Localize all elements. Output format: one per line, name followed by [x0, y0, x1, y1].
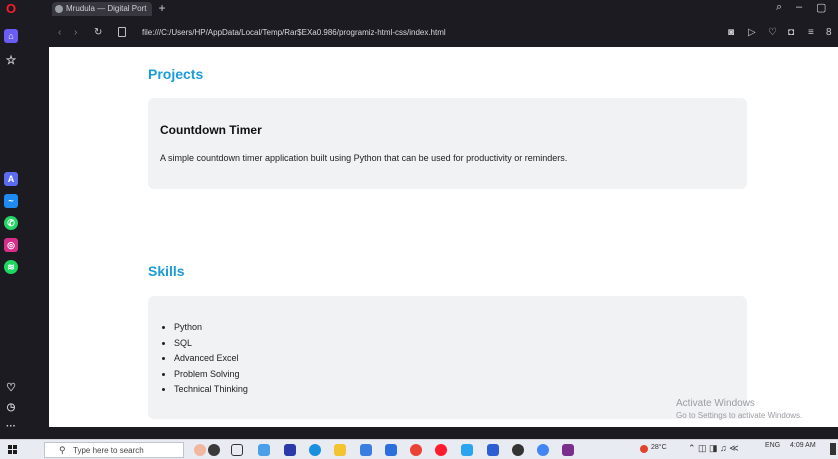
spotify-icon[interactable]: ≋: [4, 260, 18, 274]
watermark-subtitle: Go to Settings to activate Windows.: [676, 411, 803, 420]
minimize-icon[interactable]: –: [796, 1, 802, 13]
skill-item: Technical Thinking: [174, 382, 248, 398]
search-icon: ⚲: [59, 445, 66, 455]
heart-icon[interactable]: ♡: [4, 381, 18, 395]
project-card: Countdown Timer A simple countdown timer…: [148, 98, 747, 189]
task-view-icon[interactable]: [231, 444, 243, 456]
weather-icon[interactable]: [640, 445, 648, 453]
store-icon[interactable]: [360, 444, 372, 456]
skill-item: Advanced Excel: [174, 351, 248, 367]
photos-app-icon[interactable]: [258, 444, 270, 456]
skills-heading: Skills: [148, 263, 185, 279]
more-dots-icon[interactable]: ···: [4, 420, 18, 434]
wallet-icon[interactable]: ◘: [788, 27, 794, 38]
history-clock-icon[interactable]: ◷: [4, 401, 18, 415]
watermark-title: Activate Windows: [676, 398, 755, 409]
browser-sidebar: ⌂ ☆ A ~ ✆ ◎ ≋ ♡ ◷ ···: [0, 20, 22, 439]
skill-item: Problem Solving: [174, 367, 248, 383]
skill-item: SQL: [174, 336, 248, 352]
projects-heading: Projects: [148, 66, 204, 82]
cortana-character-icon[interactable]: [194, 444, 206, 456]
profile-icon[interactable]: 8: [826, 27, 832, 38]
skills-list: Python SQL Advanced Excel Problem Solvin…: [174, 320, 248, 398]
address-bar: ‹ › ↻ file:///C:/Users/HP/AppData/Local/…: [22, 20, 838, 47]
play-icon[interactable]: ▷: [748, 27, 756, 38]
camera-icon[interactable]: ◙: [728, 27, 734, 38]
edge-icon[interactable]: [309, 444, 321, 456]
temperature[interactable]: 28°C: [651, 444, 667, 451]
url-field[interactable]: file:///C:/Users/HP/AppData/Local/Temp/R…: [142, 28, 446, 37]
opera-taskbar-icon[interactable]: [435, 444, 447, 456]
chrome-icon[interactable]: [410, 444, 422, 456]
search-placeholder: Type here to search: [73, 446, 144, 455]
github-icon[interactable]: [512, 444, 524, 456]
cortana-figure-icon[interactable]: [208, 444, 220, 456]
back-icon[interactable]: ‹: [58, 27, 61, 38]
vscode-icon[interactable]: [461, 444, 473, 456]
skill-item: Python: [174, 320, 248, 336]
heart-toolbar-icon[interactable]: ♡: [768, 27, 777, 38]
whatsapp-icon[interactable]: ✆: [4, 216, 18, 230]
taskbar-search-box[interactable]: ⚲ Type here to search: [44, 442, 184, 458]
outlook-icon[interactable]: [385, 444, 397, 456]
instagram-icon[interactable]: ◎: [4, 238, 18, 252]
opera-logo-icon[interactable]: O: [2, 2, 20, 18]
maximize-icon[interactable]: ▢: [816, 1, 826, 14]
clock-time[interactable]: 4:09 AM: [790, 442, 816, 449]
chrome-2-icon[interactable]: [537, 444, 549, 456]
language-indicator[interactable]: ENG: [765, 442, 780, 449]
pr-app-icon[interactable]: [284, 444, 296, 456]
windows-taskbar: ⚲ Type here to search 28°C ⌃ ◫ ◨ ♫ ≪ ENG…: [0, 439, 838, 459]
tab-title: Mrudula — Digital Port: [66, 4, 147, 13]
winrar-icon[interactable]: [562, 444, 574, 456]
project-title: Countdown Timer: [160, 123, 262, 137]
notifications-icon[interactable]: [830, 443, 836, 455]
word-icon[interactable]: [487, 444, 499, 456]
browser-tab[interactable]: Mrudula — Digital Port: [52, 2, 152, 16]
page-viewport: Projects Countdown Timer A simple countd…: [49, 47, 838, 427]
tray-icons[interactable]: ⌃ ◫ ◨ ♫ ≪: [688, 443, 739, 454]
home-icon[interactable]: ⌂: [4, 29, 18, 43]
bookmark-star-icon[interactable]: ☆: [4, 53, 18, 67]
messenger-icon[interactable]: ~: [4, 194, 18, 208]
search-tabs-icon[interactable]: ⌕: [776, 1, 782, 14]
tab-favicon-icon: [55, 5, 63, 13]
reload-icon[interactable]: ↻: [94, 27, 102, 38]
project-description: A simple countdown timer application bui…: [160, 153, 568, 163]
page-file-icon: [118, 27, 126, 37]
forward-icon[interactable]: ›: [74, 27, 77, 38]
menu-icon[interactable]: ≡: [808, 27, 814, 38]
file-explorer-icon[interactable]: [334, 444, 346, 456]
aria-icon[interactable]: A: [4, 172, 18, 186]
browser-tab-strip: O Mrudula — Digital Port + ⌕ – ▢: [0, 0, 838, 20]
new-tab-plus-icon[interactable]: +: [156, 2, 168, 15]
skills-card: Python SQL Advanced Excel Problem Solvin…: [148, 296, 747, 419]
windows-start-icon[interactable]: [8, 445, 18, 455]
activate-windows-watermark: Activate Windows Go to Settings to activ…: [676, 398, 802, 422]
